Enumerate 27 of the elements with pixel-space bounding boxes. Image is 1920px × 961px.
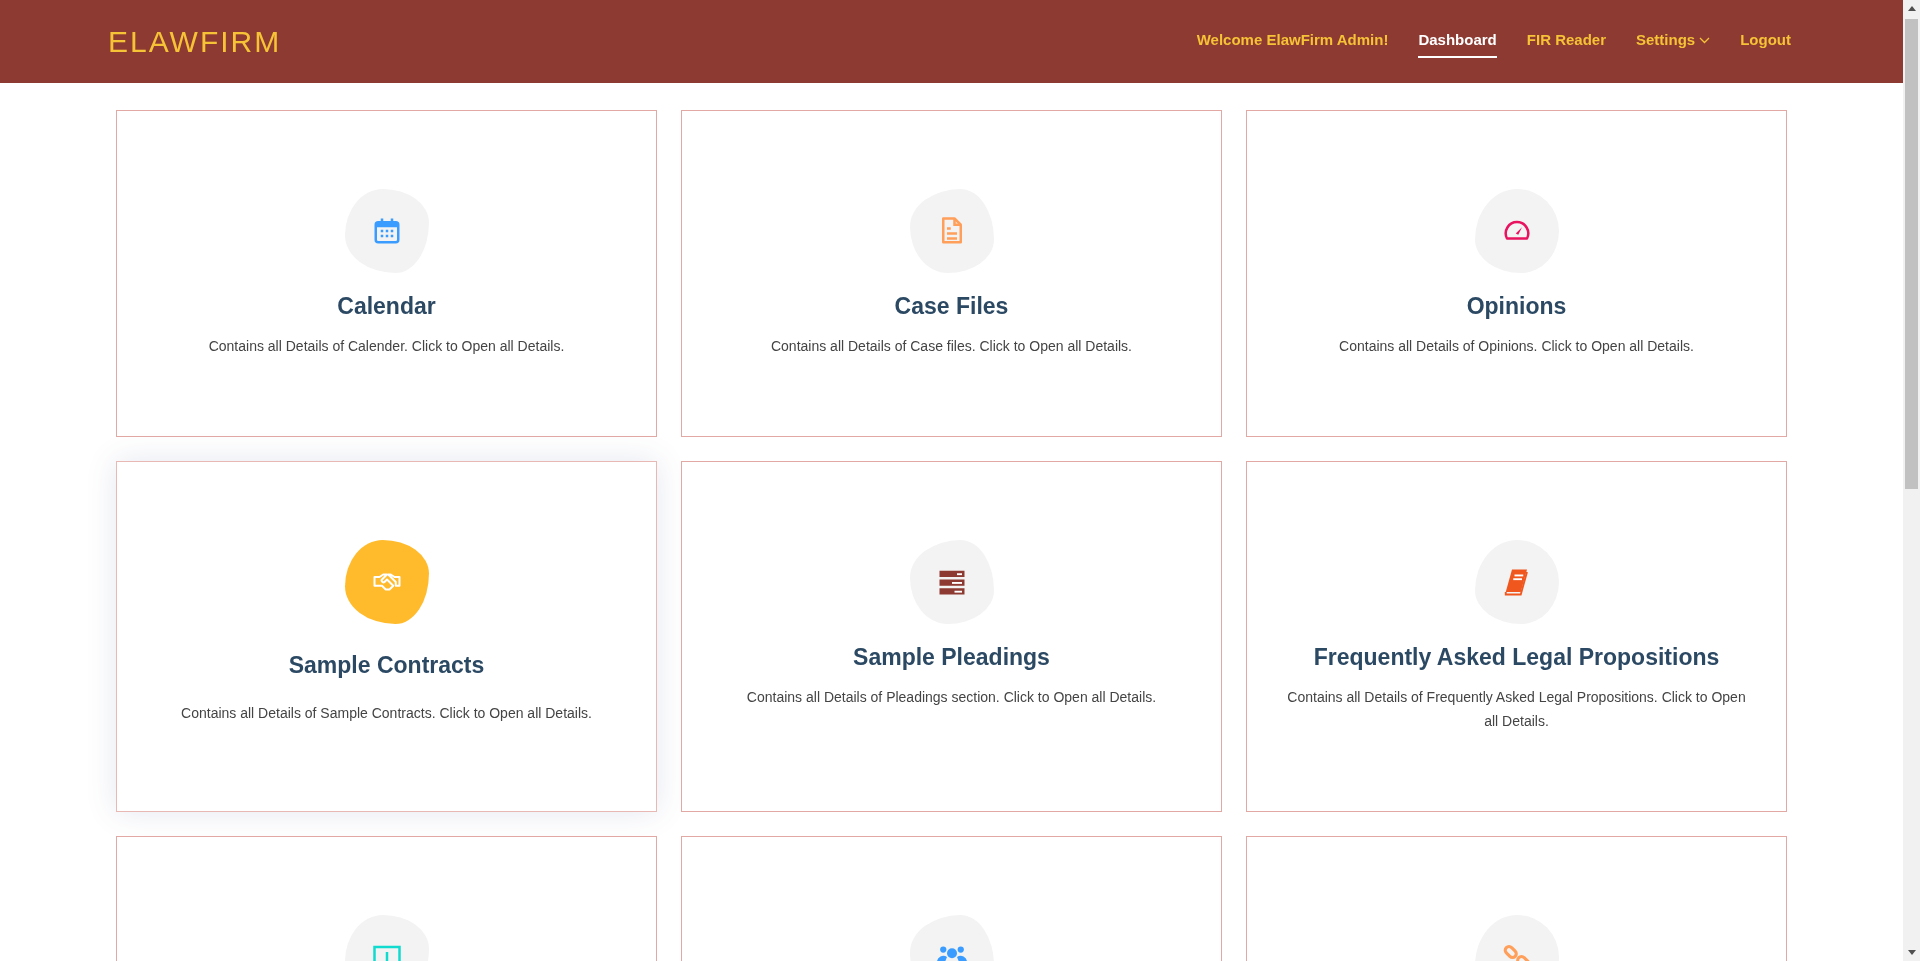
card-title: Sample Contracts [288, 651, 485, 680]
nav-link[interactable]: Logout [1740, 25, 1791, 58]
scrollbar[interactable] [1903, 0, 1920, 961]
card-description: Contains all Details of Pleadings section. Click to Open all Details. [746, 687, 1157, 707]
dashboard-card[interactable]: Sample Contracts Contains all Details of Sample Contracts. Click to Open all Details. [116, 461, 657, 812]
card-title: Opinions [1466, 292, 1567, 321]
nav-link[interactable]: FIR Reader [1526, 25, 1606, 58]
card-description: Contains all Details of Calender. Click to Open all Details. [208, 336, 565, 356]
card-description: Contains all Details of Sample Contracts. Click to Open all Details. [181, 703, 592, 723]
scroll-down-arrow-icon[interactable] [1907, 950, 1916, 955]
card-title: Sample Pleadings [853, 643, 1050, 672]
nav-link[interactable]: Dashboard [1418, 25, 1497, 58]
card-description: Contains all Details of Frequently Asked Legal Propositions. Click to Open all Details. [1287, 687, 1746, 731]
card-description: Contains all Details of Case files. Click to Open all Details. [770, 336, 1132, 356]
brand-logo[interactable]: ELAWFIRM [108, 19, 282, 64]
card-title: Case Files [894, 292, 1009, 321]
dashboard-card[interactable]: Calendar Contains all Details of Calender. Click to Open all Details. [116, 110, 657, 437]
card-description: Contains all Details of Opinions. Click to Open all Details. [1339, 336, 1694, 356]
nav-link[interactable]: Settings [1636, 25, 1711, 58]
dashboard-card[interactable]: Opinions Contains all Details of Opinions. Click to Open all Details. [1246, 110, 1787, 437]
card-title: Calendar [337, 292, 436, 321]
dashboard-card[interactable]: Frequently Asked Legal Propositions Contains all Details of Frequently Asked Legal Propositions. Click to Open all Details. [1246, 461, 1787, 812]
card-title: Frequently Asked Legal Propositions [1313, 643, 1720, 672]
dashboard-card[interactable]: Sample Pleadings Contains all Details of Pleadings section. Click to Open all Details. [681, 461, 1222, 812]
scroll-up-arrow-icon[interactable] [1907, 6, 1916, 11]
nav-link[interactable]: Welcome ElawFirm Admin! [1196, 25, 1389, 58]
dashboard-card[interactable]: Case Files Contains all Details of Case files. Click to Open all Details. [681, 110, 1222, 437]
